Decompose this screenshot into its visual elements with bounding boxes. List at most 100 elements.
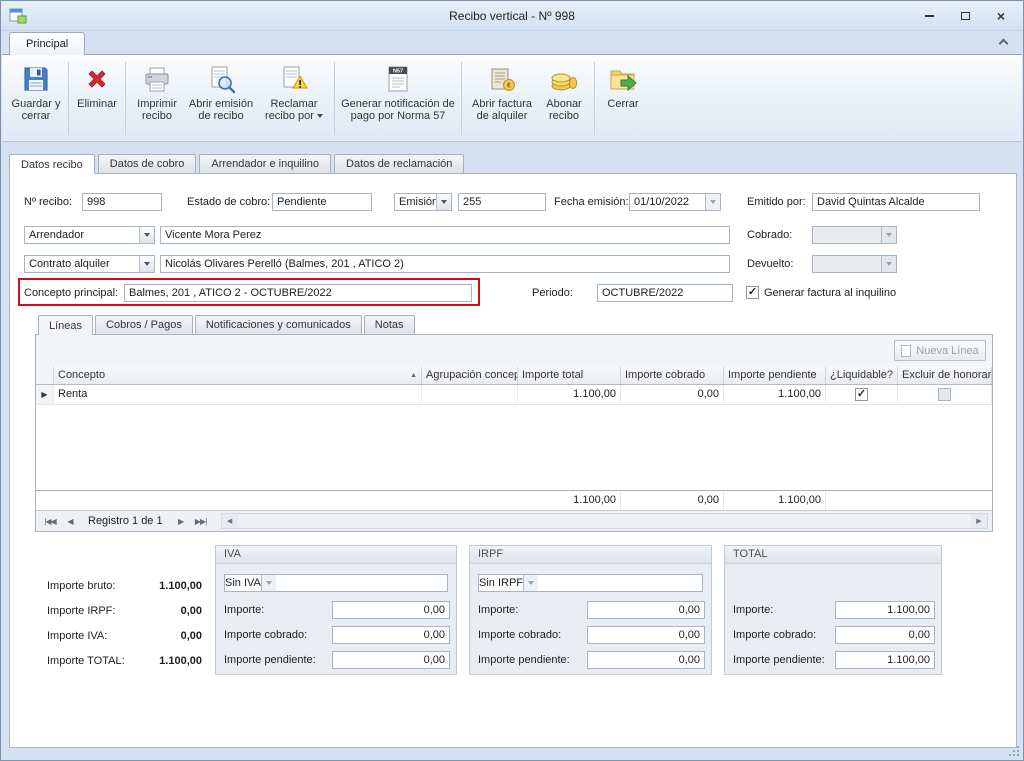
chevron-down-icon: [886, 262, 892, 266]
totals-importe-pendiente: 1.100,00: [724, 491, 826, 510]
irpf-importe-cobrado-field[interactable]: 0,00: [587, 626, 705, 644]
delete-button[interactable]: Eliminar: [73, 60, 121, 110]
emision-combo-button[interactable]: [436, 194, 451, 210]
new-line-button[interactable]: Nueva Línea: [894, 340, 986, 361]
tab-datos-reclamacion[interactable]: Datos de reclamación: [334, 154, 464, 173]
irpf-dropdown-button[interactable]: [523, 575, 538, 591]
button-label: Cerrar: [607, 98, 638, 110]
fecha-emision-label: Fecha emisión:: [554, 193, 629, 211]
importe-bruto-value: 1.100,00: [120, 578, 202, 594]
chevron-down-icon: [266, 581, 272, 585]
button-label: Abrir factura de alquiler: [472, 98, 532, 122]
tab-lineas[interactable]: Líneas: [38, 315, 93, 335]
iva-combo[interactable]: Sin IVA: [224, 574, 448, 592]
claim-receipt-button[interactable]: Reclamar recibo por: [258, 60, 330, 122]
close-button[interactable]: ×: [989, 7, 1013, 25]
credit-receipt-button[interactable]: Abonar recibo: [538, 60, 590, 122]
irpf-combo-value: Sin IRPF: [479, 577, 523, 589]
emision-numero-field[interactable]: 255: [458, 193, 546, 211]
iva-importe-field[interactable]: 0,00: [332, 601, 450, 619]
irpf-importe-field[interactable]: 0,00: [587, 601, 705, 619]
iva-importe-pendiente-field[interactable]: 0,00: [332, 651, 450, 669]
liquidable-checkbox[interactable]: ✓: [855, 388, 868, 401]
totals-liquidable-cell: [826, 491, 898, 510]
print-receipt-button[interactable]: Imprimir recibo: [130, 60, 184, 122]
contrato-alquiler-field[interactable]: Nicolás Olivares Perelló (Balmes, 201 , …: [160, 255, 730, 273]
button-label: Eliminar: [77, 98, 117, 110]
open-rental-invoice-button[interactable]: € Abrir factura de alquiler: [466, 60, 538, 122]
cobrado-combo[interactable]: [812, 226, 897, 244]
open-receipt-emission-button[interactable]: Abrir emisión de recibo: [184, 60, 258, 122]
nav-last-button[interactable]: ▶▶|: [191, 513, 211, 529]
emision-combo[interactable]: Emisión: [394, 193, 452, 211]
resize-grip[interactable]: [1007, 744, 1019, 756]
collapse-ribbon-icon[interactable]: [999, 39, 1009, 49]
button-label: Abonar recibo: [546, 98, 581, 122]
fecha-emision-dropdown-button[interactable]: [705, 194, 720, 210]
scroll-right-icon[interactable]: ▶: [971, 514, 987, 528]
column-header-liquidable[interactable]: ¿Liquidable?: [826, 367, 898, 384]
column-header-excluir-honorarios[interactable]: Excluir de honorarios: [898, 367, 992, 384]
column-header-importe-cobrado[interactable]: Importe cobrado: [621, 367, 724, 384]
nav-previous-button[interactable]: ◀: [60, 513, 80, 529]
total-importe-field[interactable]: 1.100,00: [835, 601, 935, 619]
horizontal-scrollbar[interactable]: ◀ ▶: [221, 513, 988, 529]
arrendador-field[interactable]: Vicente Mora Perez: [160, 226, 730, 244]
contrato-alquiler-dropdown-button[interactable]: [139, 256, 154, 272]
chevron-down-icon: [886, 233, 892, 237]
importe-bruto-label: Importe bruto:: [47, 578, 115, 594]
minimize-button[interactable]: [917, 7, 941, 25]
cobrado-dropdown-button[interactable]: [881, 227, 896, 243]
column-header-importe-total[interactable]: Importe total: [518, 367, 621, 384]
cell-importe-cobrado[interactable]: 0,00: [621, 385, 724, 404]
num-recibo-field[interactable]: 998: [82, 193, 162, 211]
generar-factura-checkbox[interactable]: ✓: [746, 286, 759, 299]
scroll-left-icon[interactable]: ◀: [222, 514, 238, 528]
emitido-por-field[interactable]: David Quintas Alcalde: [812, 193, 980, 211]
tab-arrendador-inquilino[interactable]: Arrendador e inquilino: [199, 154, 331, 173]
column-header-concepto[interactable]: Concepto▲: [54, 367, 422, 384]
estado-cobro-field[interactable]: Pendiente: [272, 193, 372, 211]
restore-icon: [961, 12, 970, 20]
scrollbar-track[interactable]: [238, 514, 971, 528]
periodo-field[interactable]: OCTUBRE/2022: [597, 284, 733, 302]
column-header-agrupacion[interactable]: Agrupación concepto: [422, 367, 518, 384]
devuelto-dropdown-button[interactable]: [881, 256, 896, 272]
nav-first-button[interactable]: |◀◀: [40, 513, 60, 529]
svg-text:N57: N57: [393, 69, 403, 75]
importe-total-value: 1.100,00: [120, 653, 202, 669]
iva-importe-cobrado-field[interactable]: 0,00: [332, 626, 450, 644]
fecha-emision-field[interactable]: 01/10/2022: [629, 193, 721, 211]
cell-importe-pendiente[interactable]: 1.100,00: [724, 385, 826, 404]
tab-notificaciones[interactable]: Notificaciones y comunicados: [195, 315, 362, 334]
generate-norma57-notification-button[interactable]: N57 Generar notificación de pago por Nor…: [339, 60, 457, 122]
totals-agrupacion-cell: [422, 491, 518, 510]
restore-button[interactable]: [953, 7, 977, 25]
minimize-icon: [925, 15, 934, 17]
table-row[interactable]: ▶ Renta 1.100,00 0,00 1.100,00 ✓: [36, 385, 992, 405]
tab-cobros-pagos[interactable]: Cobros / Pagos: [95, 315, 193, 334]
irpf-importe-pendiente-field[interactable]: 0,00: [587, 651, 705, 669]
concepto-principal-field[interactable]: Balmes, 201 , ATICO 2 - OCTUBRE/2022: [124, 284, 472, 302]
tab-notas[interactable]: Notas: [364, 315, 415, 334]
irpf-combo[interactable]: Sin IRPF: [478, 574, 703, 592]
nav-next-button[interactable]: ▶: [171, 513, 191, 529]
total-importe-cobrado-field[interactable]: 0,00: [835, 626, 935, 644]
ribbon-tab-principal[interactable]: Principal: [9, 32, 85, 55]
arrendador-dropdown-button[interactable]: [139, 227, 154, 243]
total-importe-pendiente-field[interactable]: 1.100,00: [835, 651, 935, 669]
excluir-honorarios-checkbox[interactable]: [938, 388, 951, 401]
tab-datos-de-cobro[interactable]: Datos de cobro: [98, 154, 197, 173]
grid-header-row: Concepto▲ Agrupación concepto Importe to…: [36, 367, 992, 385]
close-form-button[interactable]: Cerrar: [599, 60, 647, 110]
iva-dropdown-button[interactable]: [261, 575, 276, 591]
arrendador-selector[interactable]: Arrendador: [24, 226, 155, 244]
cell-importe-total[interactable]: 1.100,00: [518, 385, 621, 404]
tab-datos-recibo[interactable]: Datos recibo: [9, 154, 95, 174]
contrato-alquiler-selector[interactable]: Contrato alquiler: [24, 255, 155, 273]
cell-concepto[interactable]: Renta: [54, 385, 422, 404]
devuelto-combo[interactable]: [812, 255, 897, 273]
save-and-close-button[interactable]: Guardar y cerrar: [8, 60, 64, 122]
cell-agrupacion[interactable]: [422, 385, 518, 404]
column-header-importe-pendiente[interactable]: Importe pendiente: [724, 367, 826, 384]
